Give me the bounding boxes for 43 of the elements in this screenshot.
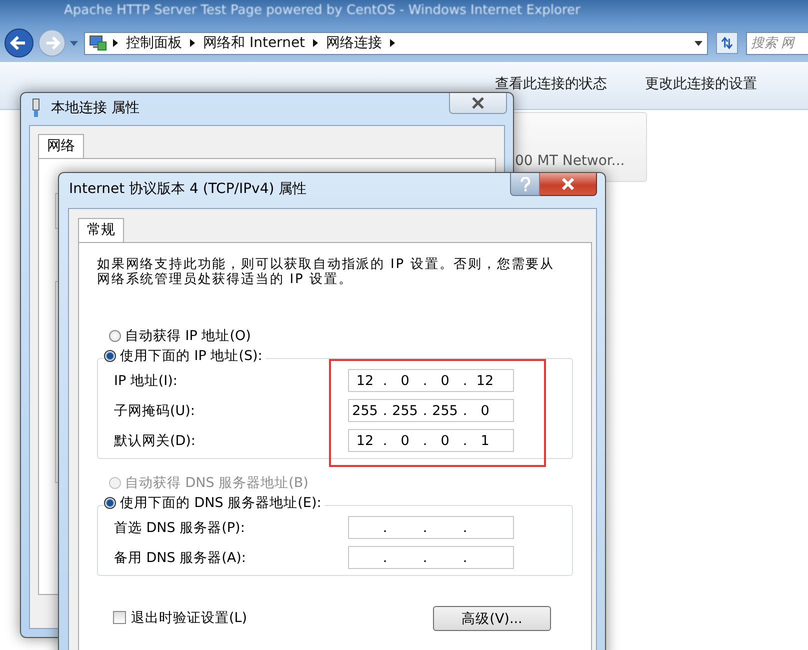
chevron-icon[interactable] xyxy=(190,39,195,47)
tab[interactable]: 网络 xyxy=(38,134,84,159)
breadcrumb-item[interactable]: 网络和 Internet xyxy=(203,34,306,52)
search-field[interactable]: 搜索 网 xyxy=(746,32,808,54)
chevron-icon[interactable] xyxy=(390,39,396,47)
breadcrumb-item[interactable]: 控制面板 xyxy=(126,34,182,52)
ip-address-field[interactable]: 12 . 0 . 0 . 1 xyxy=(348,429,514,452)
computer-icon xyxy=(89,35,107,51)
radio-option[interactable]: 使用下面的 DNS 服务器地址(E): xyxy=(104,494,326,512)
ip-address-field[interactable]: 12 . 0 . 0 . 12 xyxy=(348,369,514,392)
close-button[interactable] xyxy=(449,93,507,114)
back-icon[interactable] xyxy=(4,28,34,58)
field-label: 首选 DNS 服务器(P): xyxy=(114,518,245,536)
adapter-name: 00 MT Networ... xyxy=(515,153,625,169)
ip-address-field[interactable]: . . . xyxy=(348,516,514,539)
checkbox[interactable]: 退出时验证设置(L) xyxy=(113,608,248,627)
breadcrumb-item[interactable]: 网络连接 xyxy=(326,34,382,52)
toolbar-button[interactable]: 查看此连接的状态 xyxy=(495,75,607,93)
help-icon xyxy=(520,176,530,192)
toolbar-button[interactable]: 更改此连接的设置 xyxy=(645,75,757,93)
help-button[interactable] xyxy=(510,173,540,196)
refresh-icon[interactable] xyxy=(716,32,738,54)
dialog-title: 本地连接 属性 xyxy=(51,99,140,117)
close-button[interactable] xyxy=(540,173,597,196)
close-icon xyxy=(471,97,485,109)
network-cable-icon xyxy=(31,98,41,118)
field-label: IP 地址(I): xyxy=(114,372,178,390)
description-text: 如果网络支持此功能，则可以获取自动指派的 IP 设置。否则，您需要从网络系统管理员处获得适当的 IP 设置。 xyxy=(97,257,555,287)
close-icon xyxy=(560,178,576,190)
window-title: Apache HTTP Server Test Page powered by CentOS - Windows Internet Explorer xyxy=(63,2,582,20)
field-label: 默认网关(D): xyxy=(114,432,196,450)
address-bar[interactable]: 控制面板 网络和 Internet 网络连接 xyxy=(84,32,708,54)
field-label: 备用 DNS 服务器(A): xyxy=(114,548,246,566)
ip-address-field[interactable]: . . . xyxy=(348,546,514,569)
chevron-icon[interactable] xyxy=(313,39,318,47)
radio-option[interactable]: 使用下面的 IP 地址(S): xyxy=(104,347,266,365)
caret-icon[interactable] xyxy=(694,40,703,46)
dialog-title: Internet 协议版本 4 (TCP/IPv4) 属性 xyxy=(69,180,307,198)
chevron-icon[interactable] xyxy=(113,39,118,47)
tab[interactable]: 常规 xyxy=(78,218,124,243)
ip-address-field[interactable]: 255 . 255 . 255 . 0 xyxy=(348,399,514,422)
field-label: 子网掩码(U): xyxy=(114,402,195,420)
advanced-button[interactable]: 高级(V)... xyxy=(433,606,551,631)
